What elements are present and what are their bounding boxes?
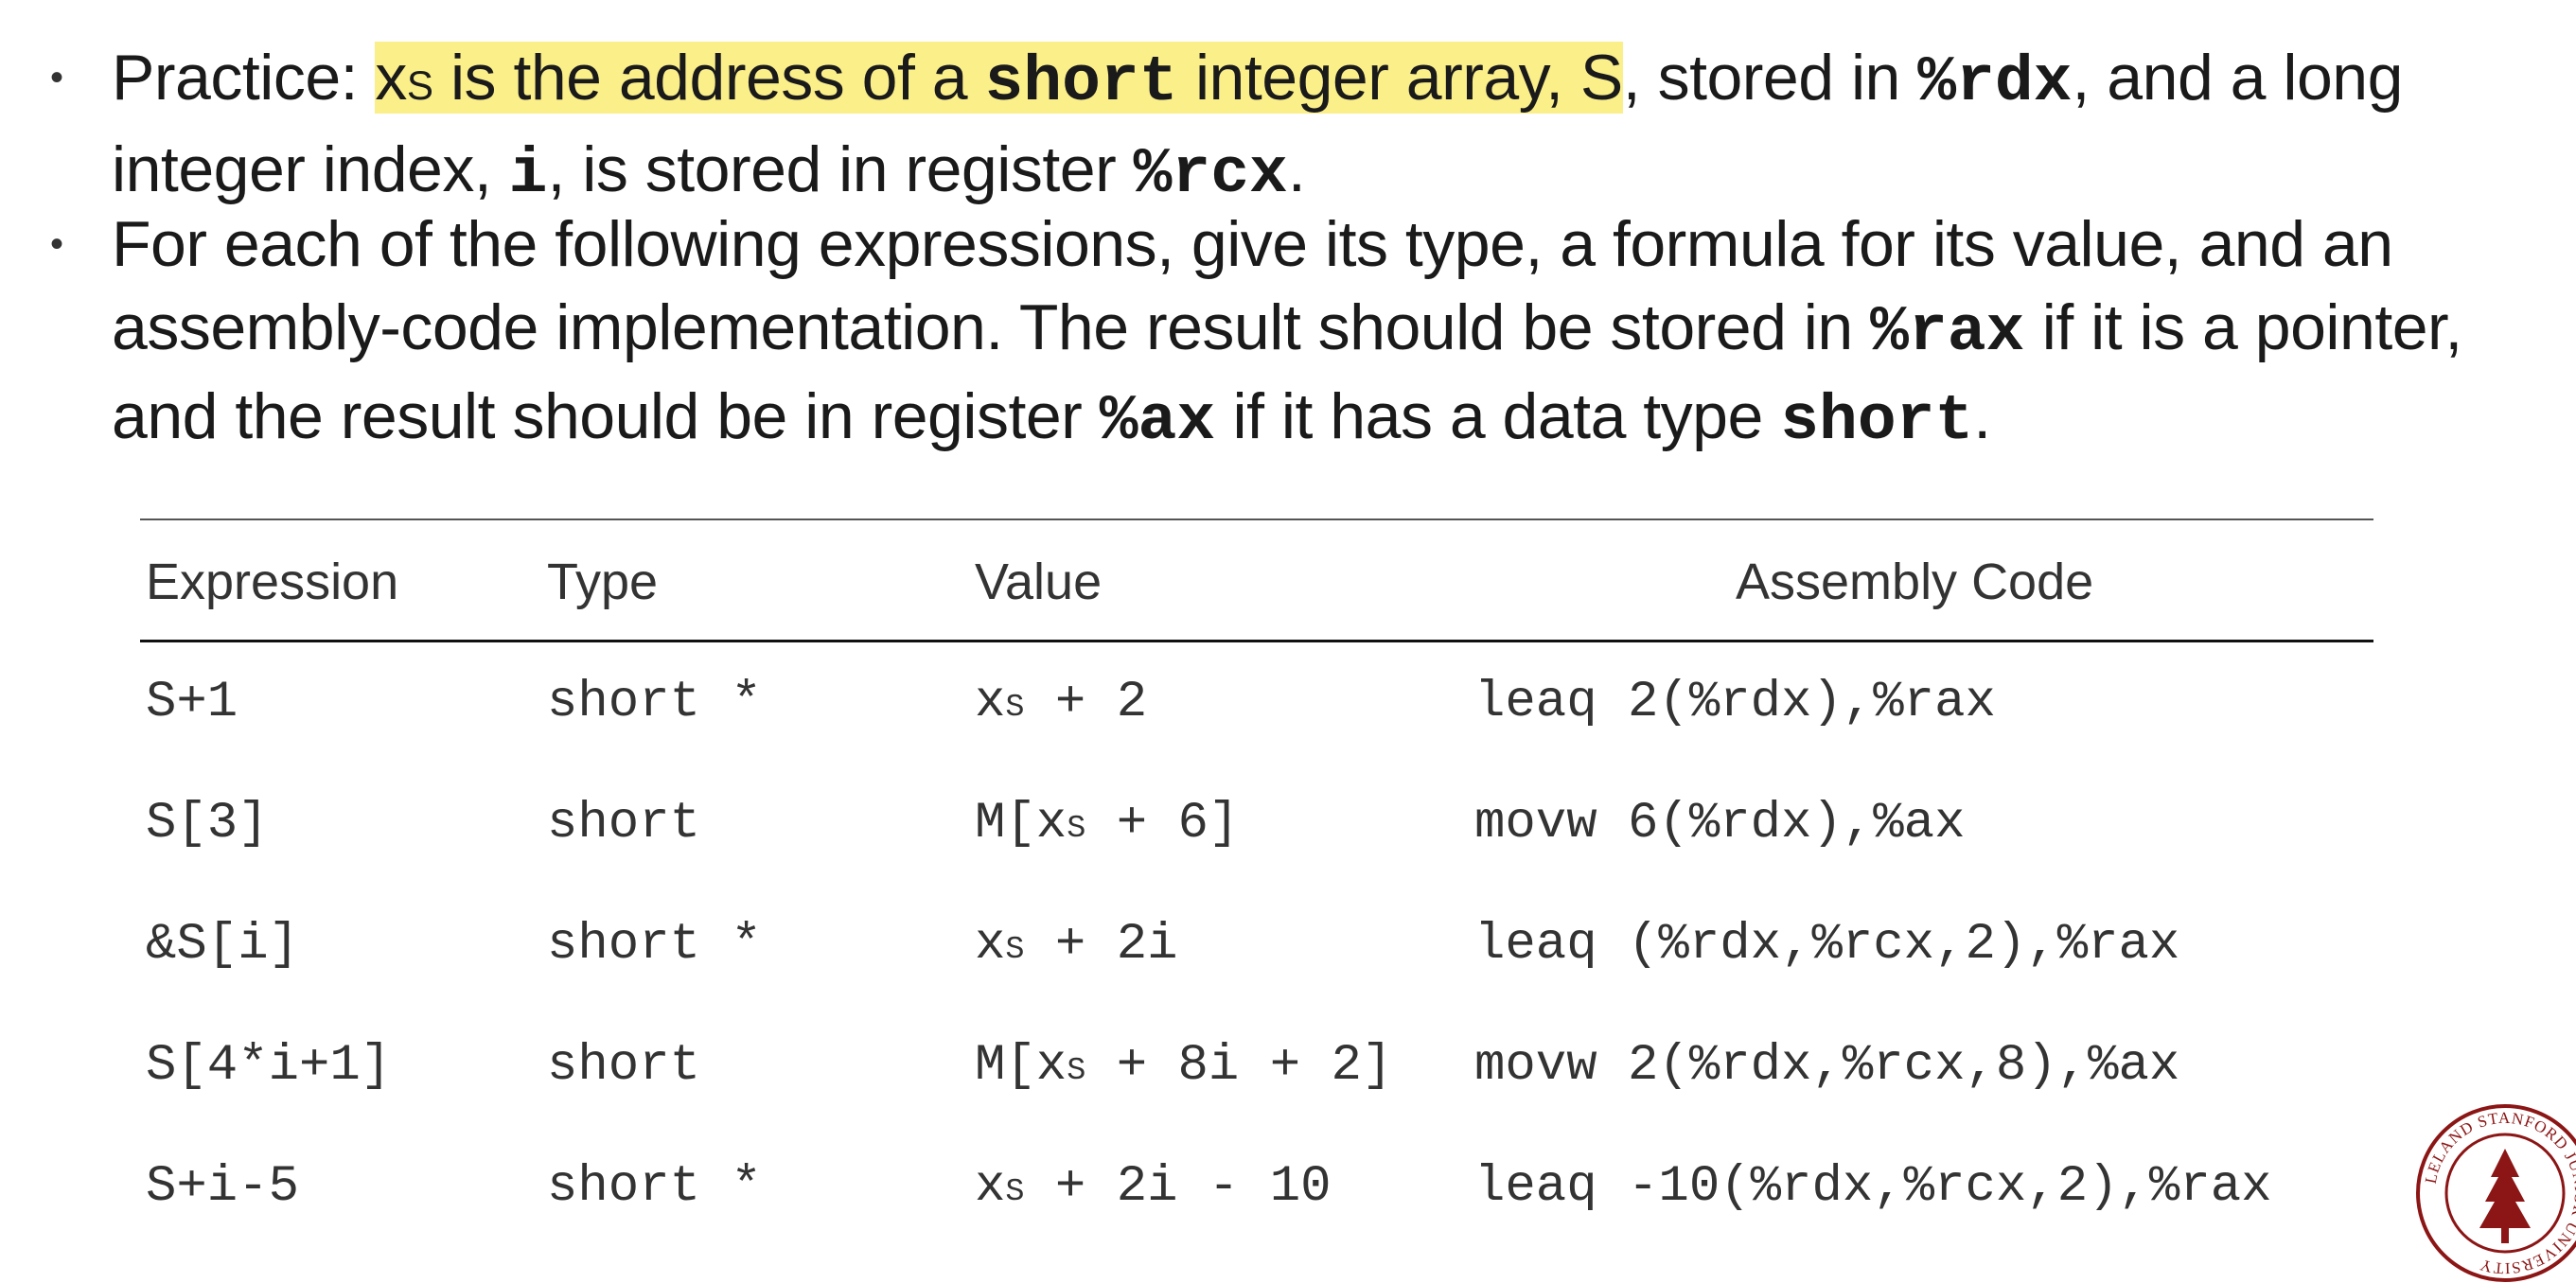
table-row: S[4*i+1] short M[xS + 8i + 2] movw 2(%rd… xyxy=(140,1005,2373,1126)
table-top-rule xyxy=(140,518,2373,520)
cell-type: short * xyxy=(547,674,762,731)
code-short: short xyxy=(984,46,1178,119)
highlight-text-1: is the address of a xyxy=(432,42,985,114)
cell-assembly: leaq (%rdx,%rcx,2),%rax xyxy=(1474,916,2180,974)
cell-type: short * xyxy=(547,1158,762,1216)
cell-type: short xyxy=(547,795,701,852)
cell-assembly: movw 6(%rdx),%ax xyxy=(1474,795,1966,852)
var-x-subscript: S xyxy=(406,63,433,108)
cell-value: M[xS + 8i + 2] xyxy=(975,1037,1393,1095)
bullet2-text-4: . xyxy=(1973,380,1991,452)
cell-type: short * xyxy=(547,916,762,974)
university-seal-icon: LELAND STANFORD JUNIOR UNIVERSITY xyxy=(2416,1104,2576,1282)
bullet1-text-6: . xyxy=(1287,133,1306,205)
highlighted-phrase: xS is the address of a short integer arr… xyxy=(375,42,1623,119)
highlight-text-2: integer array, S xyxy=(1177,42,1623,114)
cell-assembly: leaq 2(%rdx),%rax xyxy=(1474,674,1996,731)
code-i: i xyxy=(508,138,548,211)
code-rcx: %rcx xyxy=(1133,138,1288,211)
header-expression: Expression xyxy=(146,554,399,610)
cell-expression: S+i-5 xyxy=(146,1158,300,1216)
table-row: S+1 short * xS + 2 leaq 2(%rdx),%rax xyxy=(140,642,2373,763)
cell-value: xS + 2 xyxy=(975,674,1148,731)
code-rdx: %rdx xyxy=(1917,46,2073,119)
cell-assembly: movw 2(%rdx,%rcx,8),%ax xyxy=(1474,1037,2180,1095)
var-x: x xyxy=(375,42,407,114)
cell-value: xS + 2i - 10 xyxy=(975,1158,1332,1216)
cell-expression: S[3] xyxy=(146,795,269,852)
table-row: S+i-5 short * xS + 2i - 10 leaq -10(%rdx… xyxy=(140,1126,2373,1247)
bullet2-text-3: if it has a data type xyxy=(1215,380,1781,452)
header-type: Type xyxy=(547,554,659,610)
cell-expression: S[4*i+1] xyxy=(146,1037,392,1095)
cell-assembly: leaq -10(%rdx,%rcx,2),%rax xyxy=(1474,1158,2272,1216)
cell-value: M[xS + 6] xyxy=(975,795,1240,852)
cell-type: short xyxy=(547,1037,701,1095)
bullet1-text-5: , is stored in register xyxy=(547,133,1134,205)
bullet-instructions: • For each of the following expressions,… xyxy=(50,202,2553,464)
cell-expression: &S[i] xyxy=(146,916,300,974)
bullet1-text-3: , stored in xyxy=(1622,42,1918,114)
code-ax: %ax xyxy=(1099,385,1216,458)
bullet-dot-icon: • xyxy=(50,57,63,98)
header-assembly-code: Assembly Code xyxy=(1736,554,2094,610)
bullet-dot-icon: • xyxy=(50,223,63,265)
cell-value: xS + 2i xyxy=(975,916,1178,974)
code-short-2: short xyxy=(1780,385,1974,458)
table-row: S[3] short M[xS + 6] movw 6(%rdx),%ax xyxy=(140,763,2373,884)
practice-prefix: Practice: xyxy=(112,42,376,114)
code-rax: %rax xyxy=(1870,296,2025,369)
bullet-practice: • Practice: xS is the address of a short… xyxy=(50,36,2553,217)
cell-expression: S+1 xyxy=(146,674,238,731)
header-value: Value xyxy=(975,554,1103,610)
table-row: &S[i] short * xS + 2i leaq (%rdx,%rcx,2)… xyxy=(140,884,2373,1005)
